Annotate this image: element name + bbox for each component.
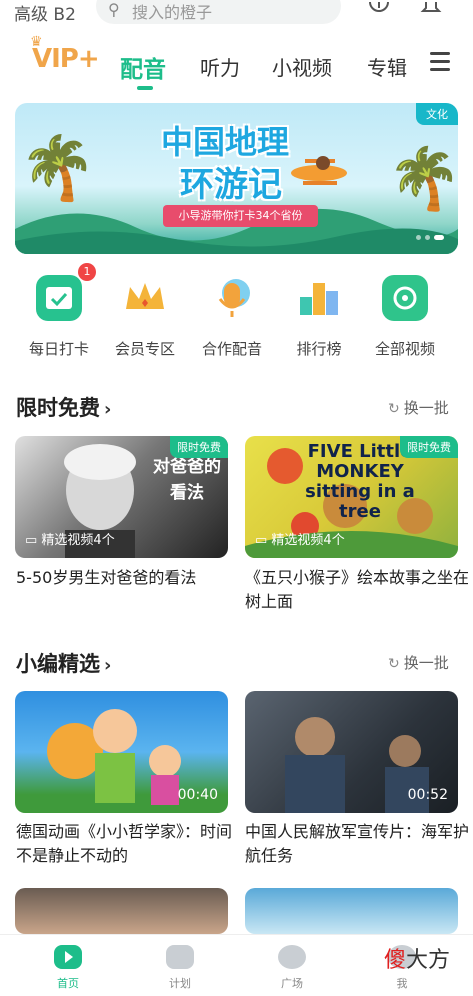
search-icon: ⚲ (108, 0, 120, 19)
chat-icon (278, 945, 306, 969)
vip-crown-icon: ♛ (30, 34, 43, 50)
checkin-badge: 1 (78, 263, 96, 281)
banner-ribbon: 小导游带你打卡34个省份 (163, 205, 318, 227)
play-icon (54, 945, 82, 969)
nav-plan[interactable]: 计划 (140, 945, 220, 991)
video-card[interactable] (245, 888, 458, 934)
video-caption[interactable]: 《五只小猴子》绘本故事之坐在树上面 (245, 566, 470, 614)
refresh-free-button[interactable]: ↻ 换一批 (388, 397, 449, 418)
free-tag: 限时免费 (400, 436, 458, 458)
video-card[interactable]: FIVE Little MONKEY sitting in a tree 限时免… (245, 436, 458, 558)
notification-icon[interactable] (420, 0, 442, 16)
card-overlay-text: 对爸爸的看法 (153, 457, 221, 503)
crown-icon (122, 275, 168, 321)
quick-vip-zone[interactable]: 会员专区 (100, 275, 190, 359)
search-input[interactable]: ⚲ 搜入的橙子 (96, 0, 341, 24)
watermark: 傻大方 (384, 948, 451, 973)
tab-album[interactable]: 专辑 (367, 52, 407, 81)
quick-co-dubbing[interactable]: 合作配音 (187, 275, 277, 359)
refresh-icon: ↻ (388, 656, 400, 672)
folder-icon: ▭ (25, 533, 42, 548)
video-card[interactable]: 00:52 (245, 691, 458, 813)
chevron-right-icon: › (104, 655, 112, 676)
card-meta: ▭ 精选视频4个 (255, 533, 345, 548)
vip-label: VIP+ (32, 44, 100, 74)
section-title-editor[interactable]: 小编精选 › (16, 648, 111, 678)
tab-listening[interactable]: 听力 (200, 52, 240, 81)
video-caption[interactable]: 德国动画《小小哲学家》：时间不是静止不动的 (16, 820, 241, 868)
banner-subtitle: 环游记 (180, 165, 282, 205)
active-tab-indicator (137, 86, 153, 90)
card-meta: ▭ 精选视频4个 (25, 533, 115, 548)
promo-banner[interactable]: 🌴 🌴 中国地理 环游记 小导游带你打卡34个省份 文化 (15, 103, 458, 254)
menu-icon[interactable] (430, 52, 450, 72)
banner-category-tag: 文化 (416, 103, 458, 125)
quick-label: 全部视频 (374, 340, 435, 358)
user-level: 高级 B2 (14, 5, 76, 25)
all-videos-icon (382, 275, 428, 321)
podium-icon (296, 275, 342, 321)
folder-icon: ▭ (255, 533, 272, 548)
quick-all-videos[interactable]: 全部视频 (360, 275, 450, 359)
vip-entry[interactable]: ♛ VIP+ (30, 34, 100, 74)
video-card[interactable]: 对爸爸的看法 限时免费 ▭ 精选视频4个 (15, 436, 228, 558)
history-icon[interactable] (368, 0, 390, 16)
video-card[interactable]: 00:40 (15, 691, 228, 813)
microphone-icon (209, 275, 255, 321)
carousel-indicator (412, 225, 444, 244)
refresh-editor-button[interactable]: ↻ 换一批 (388, 652, 449, 673)
video-duration: 00:40 (177, 787, 218, 803)
quick-label: 排行榜 (296, 340, 342, 358)
video-caption[interactable]: 5-50岁男生对爸爸的看法 (16, 566, 241, 590)
book-icon (166, 945, 194, 969)
tab-dubbing[interactable]: 配音 (120, 50, 166, 84)
quick-daily-checkin[interactable]: 1 每日打卡 (14, 263, 104, 359)
quick-label: 会员专区 (114, 340, 175, 358)
airplane-icon (291, 156, 347, 185)
quick-label: 每日打卡 (28, 340, 89, 358)
tab-short-video[interactable]: 小视频 (272, 52, 332, 81)
video-caption[interactable]: 中国人民解放军宣传片：海军护航任务 (245, 820, 470, 868)
section-title-free[interactable]: 限时免费 › (16, 392, 111, 422)
quick-label: 合作配音 (201, 340, 262, 358)
nav-home[interactable]: 首页 (28, 945, 108, 991)
refresh-icon: ↻ (388, 401, 400, 417)
chevron-right-icon: › (104, 399, 112, 420)
free-tag: 限时免费 (170, 436, 228, 458)
video-duration: 00:52 (407, 787, 448, 803)
search-placeholder: 搜入的橙子 (132, 3, 213, 22)
calendar-check-icon: 1 (36, 263, 96, 321)
palm-tree-icon: 🌴 (19, 131, 97, 204)
nav-square[interactable]: 广场 (252, 945, 332, 991)
quick-leaderboard[interactable]: 排行榜 (274, 275, 364, 359)
video-card[interactable] (15, 888, 228, 934)
